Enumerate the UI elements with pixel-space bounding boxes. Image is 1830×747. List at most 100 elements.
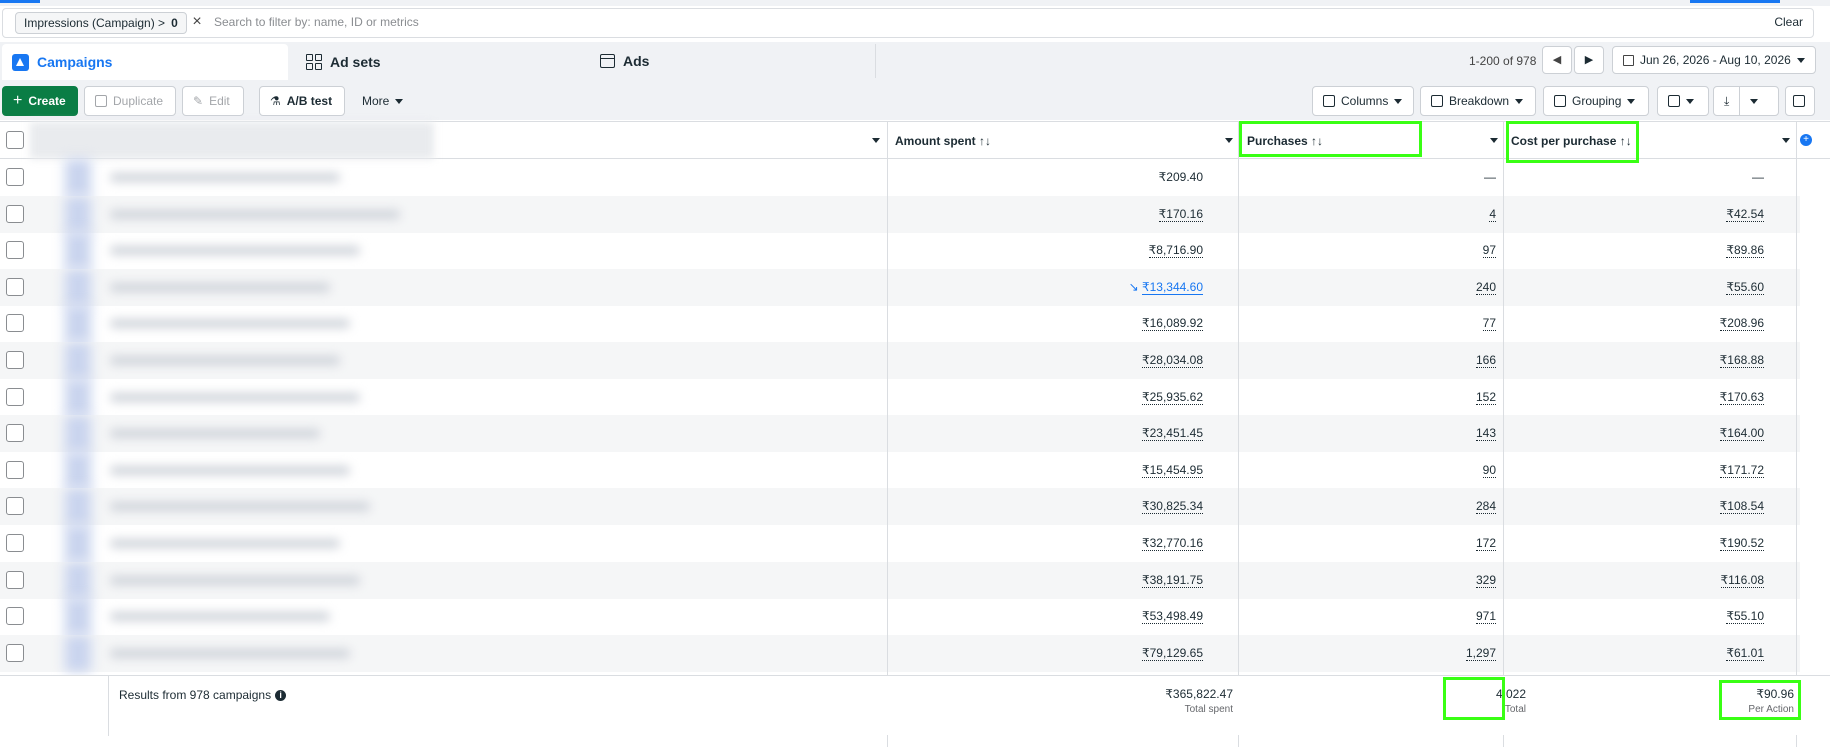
campaign-name[interactable] (110, 429, 320, 439)
campaign-toggle[interactable] (65, 195, 91, 233)
total-amount-spent: ₹365,822.47 (1165, 687, 1233, 701)
table-row[interactable]: ₹15,454.95 90 ₹171.72 (0, 451, 1800, 489)
cost-per-purchase-cell: ₹42.54 (1624, 206, 1764, 222)
cost-per-purchase-value: ₹168.88 (1719, 353, 1764, 368)
export-button[interactable]: ⤓ (1713, 86, 1779, 116)
breakdown-button[interactable]: Breakdown (1420, 86, 1536, 116)
reports-button[interactable] (1657, 86, 1709, 116)
charts-button[interactable] (1785, 86, 1815, 116)
campaign-name[interactable] (110, 319, 350, 329)
campaign-name[interactable] (110, 356, 340, 365)
table-row[interactable]: ₹23,451.45 143 ₹164.00 (0, 415, 1800, 453)
campaign-toggle[interactable] (65, 561, 91, 599)
table-row[interactable]: ₹209.40 — — (0, 159, 1800, 196)
row-checkbox[interactable] (6, 607, 24, 626)
campaign-toggle[interactable] (65, 415, 91, 453)
row-checkbox[interactable] (6, 168, 24, 186)
campaign-toggle[interactable] (65, 378, 91, 416)
cost-per-purchase-cell: ₹171.72 (1624, 462, 1764, 478)
cost-per-purchase-value: ₹55.60 (1726, 279, 1764, 295)
columns-button[interactable]: Columns (1312, 86, 1414, 116)
add-column-icon[interactable]: + (1800, 134, 1812, 146)
tab-campaigns[interactable]: Campaigns (2, 44, 288, 80)
select-all-checkbox[interactable] (6, 131, 24, 149)
clear-button[interactable]: Clear (1774, 15, 1803, 29)
table-row[interactable]: ₹30,825.34 284 ₹108.54 (0, 488, 1800, 526)
grouping-button[interactable]: Grouping (1543, 86, 1649, 116)
remove-filter-icon[interactable]: × (189, 14, 205, 30)
prev-page-button[interactable]: ◀ (1542, 46, 1572, 74)
row-checkbox[interactable] (6, 204, 24, 223)
row-checkbox[interactable] (6, 351, 24, 369)
campaign-name[interactable] (110, 612, 330, 622)
table-row[interactable]: ₹53,498.49 971 ₹55.10 (0, 598, 1800, 636)
filter-chip[interactable]: Impressions (Campaign) > 0 (15, 12, 187, 34)
row-checkbox[interactable] (6, 643, 24, 662)
amount-spent-cell: ₹28,034.08 (1003, 353, 1203, 368)
campaign-name[interactable] (110, 575, 360, 585)
amount-spent-cell: ₹23,451.45 (1003, 426, 1203, 442)
chevron-down-icon[interactable] (872, 138, 880, 143)
campaign-name[interactable] (110, 465, 350, 475)
row-checkbox[interactable] (6, 314, 24, 333)
next-page-button[interactable]: ▶ (1574, 46, 1604, 74)
create-button[interactable]: + Create (2, 86, 78, 116)
tab-ad-sets[interactable]: Ad sets (300, 44, 586, 80)
chevron-down-icon[interactable] (1782, 138, 1790, 143)
more-button[interactable]: More (352, 86, 413, 116)
table-row[interactable]: ₹28,034.08 166 ₹168.88 (0, 342, 1800, 379)
campaign-toggle[interactable] (65, 634, 91, 672)
campaign-name[interactable] (110, 539, 340, 548)
duplicate-button[interactable]: Duplicate (84, 86, 176, 116)
row-checkbox[interactable] (6, 534, 24, 552)
total-purchases-caption: Total (1504, 704, 1526, 715)
row-checkbox[interactable] (6, 277, 24, 296)
table-row[interactable]: ₹32,770.16 172 ₹190.52 (0, 525, 1800, 562)
campaign-name[interactable] (110, 392, 360, 402)
row-checkbox[interactable] (6, 497, 24, 516)
table-row[interactable]: ₹38,191.75 329 ₹116.08 (0, 561, 1800, 599)
cost-per-purchase-cell: ₹190.52 (1624, 536, 1764, 551)
campaign-name[interactable] (110, 246, 360, 256)
row-checkbox[interactable] (6, 424, 24, 443)
totals-label: Results from 978 campaigns i (119, 688, 287, 702)
campaign-toggle[interactable] (65, 305, 91, 343)
cost-per-purchase-cell: ₹108.54 (1624, 499, 1764, 515)
campaign-toggle[interactable] (65, 598, 91, 636)
campaign-toggle[interactable] (65, 159, 91, 196)
search-input[interactable]: Search to filter by: name, ID or metrics (214, 15, 419, 29)
table-row[interactable]: ↘ ₹13,344.60 240 ₹55.60 (0, 268, 1800, 306)
row-checkbox[interactable] (6, 460, 24, 479)
campaign-toggle[interactable] (65, 232, 91, 270)
amount-spent-header[interactable]: Amount spent ↑↓ (895, 134, 991, 148)
campaign-toggle[interactable] (65, 525, 91, 562)
table-row[interactable]: ₹170.16 4 ₹42.54 (0, 195, 1800, 233)
table-row[interactable]: ₹16,089.92 77 ₹208.96 (0, 305, 1800, 343)
tab-ads[interactable]: Ads (596, 44, 876, 78)
duplicate-label: Duplicate (113, 94, 164, 108)
info-icon[interactable]: i (275, 689, 287, 701)
edit-button[interactable]: ✎ Edit (182, 86, 244, 116)
table-row[interactable]: ₹79,129.65 1,297 ₹61.01 (0, 634, 1800, 672)
row-checkbox[interactable] (6, 570, 24, 589)
campaign-toggle[interactable] (65, 268, 91, 306)
campaign-name[interactable] (110, 502, 370, 512)
campaign-toggle[interactable] (65, 451, 91, 489)
purchases-value: — (1484, 170, 1496, 184)
ab-test-button[interactable]: ⚗ A/B test (259, 86, 345, 116)
campaign-name[interactable] (110, 282, 330, 292)
table-row[interactable]: ₹25,935.62 152 ₹170.63 (0, 378, 1800, 416)
campaign-name[interactable] (110, 648, 350, 658)
campaign-name[interactable] (110, 173, 340, 182)
filter-bar[interactable]: Impressions (Campaign) > 0 × Search to f… (2, 8, 1814, 38)
table-row[interactable]: ₹8,716.90 97 ₹89.86 (0, 232, 1800, 270)
row-checkbox[interactable] (6, 241, 24, 260)
row-checkbox[interactable] (6, 387, 24, 406)
date-range-picker[interactable]: Jun 26, 2026 - Aug 10, 2026 (1612, 46, 1816, 74)
chevron-down-icon[interactable] (1225, 138, 1233, 143)
column-divider (1796, 122, 1797, 159)
campaign-toggle[interactable] (65, 488, 91, 526)
campaign-name[interactable] (110, 209, 400, 219)
chevron-down-icon[interactable] (1490, 138, 1498, 143)
campaign-toggle[interactable] (65, 342, 91, 379)
